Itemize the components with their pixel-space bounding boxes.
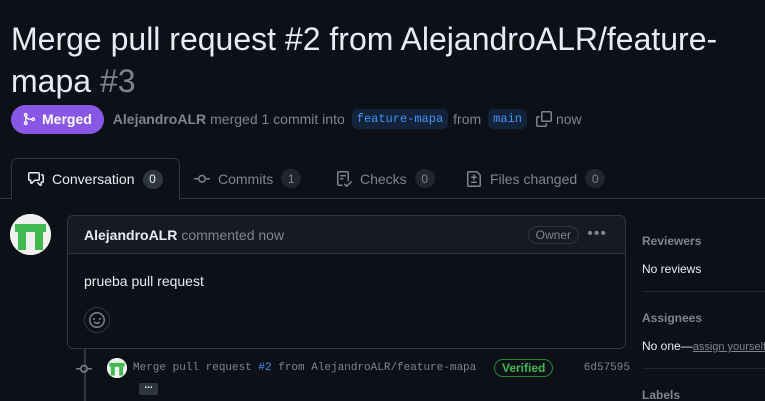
avatar[interactable] <box>10 214 51 255</box>
owner-badge: Owner <box>527 226 579 244</box>
comment-header: AlejandroALR commented now Owner ••• <box>68 216 625 254</box>
kebab-menu-icon[interactable]: ••• <box>587 225 607 243</box>
git-merge-icon <box>23 112 36 126</box>
pr-number: #3 <box>99 63 136 99</box>
expand-commit-button[interactable]: ... <box>139 381 158 395</box>
tab-checks[interactable]: Checks 0 <box>328 158 443 199</box>
comment-body: prueba pull request <box>84 273 204 289</box>
tab-commits-count: 1 <box>281 169 302 188</box>
comment-time[interactable]: commented now <box>181 227 284 243</box>
pr-time: now <box>555 111 582 127</box>
labels-label[interactable]: Labels <box>642 388 765 401</box>
sidebar-labels: Labels <box>642 388 765 401</box>
tab-conversation-count: 0 <box>142 169 163 189</box>
file-diff-icon <box>467 170 481 187</box>
git-commit-icon <box>76 364 92 373</box>
smiley-icon <box>89 312 105 328</box>
sidebar-reviewers: Reviewers No reviews <box>642 234 765 276</box>
assignees-value: No one—assign yourself <box>642 339 765 353</box>
add-reaction-button[interactable] <box>84 307 110 333</box>
sidebar-divider <box>642 291 765 292</box>
pr-author-link[interactable]: AlejandroALR <box>113 111 206 127</box>
commit-sha-link[interactable]: 6d57595 <box>584 362 630 374</box>
tab-files-changed[interactable]: Files changed 0 <box>458 158 613 199</box>
copy-icon[interactable] <box>535 111 552 127</box>
verified-badge[interactable]: Verified <box>494 359 554 377</box>
pr-meta: Merged AlejandroALR merged 1 commit into… <box>11 104 582 134</box>
assignees-none: No one— <box>642 339 693 353</box>
from-text: from <box>453 111 482 127</box>
commit-message[interactable]: Merge pull request #2 from AlejandroALR/… <box>133 362 476 374</box>
sidebar-assignees: Assignees No one—assign yourself <box>642 311 765 353</box>
commit-row: Merge pull request #2 from AlejandroALR/… <box>75 357 630 381</box>
assign-yourself-link[interactable]: assign yourself <box>693 341 765 353</box>
commit-message-prefix: Merge pull request <box>133 362 259 374</box>
sidebar-divider <box>642 368 765 369</box>
assignees-label[interactable]: Assignees <box>642 311 765 325</box>
pr-tabs: Conversation 0 Commits 1 Checks 0 Files … <box>0 158 765 200</box>
tab-commits[interactable]: Commits 1 <box>186 158 309 199</box>
tab-conversation-label: Conversation <box>52 171 135 187</box>
head-branch-link[interactable]: main <box>488 109 527 129</box>
pr-action-text: merged 1 commit into <box>210 111 345 127</box>
commit-author-avatar[interactable] <box>107 358 127 378</box>
comment-box: AlejandroALR commented now Owner ••• pru… <box>67 215 626 349</box>
git-commit-icon <box>194 174 210 183</box>
tab-commits-label: Commits <box>218 170 274 187</box>
base-branch-link[interactable]: feature-mapa <box>351 109 449 129</box>
tab-checks-count: 0 <box>414 169 435 188</box>
tab-files-changed-label: Files changed <box>490 170 578 187</box>
checklist-icon <box>337 170 352 187</box>
commit-message-suffix: from AlejandroALR/feature-mapa <box>271 362 477 374</box>
comment-discussion-icon <box>28 172 44 186</box>
reviewers-value: No reviews <box>642 262 702 276</box>
pr-title: Merge pull request #2 from AlejandroALR/… <box>11 18 761 102</box>
tab-files-changed-count: 0 <box>585 169 606 188</box>
commit-pr-link[interactable]: #2 <box>258 362 271 374</box>
merged-badge: Merged <box>11 104 104 134</box>
merged-badge-label: Merged <box>42 111 92 127</box>
reviewers-label[interactable]: Reviewers <box>642 234 765 248</box>
tab-conversation[interactable]: Conversation 0 <box>11 158 180 200</box>
comment-author-link[interactable]: AlejandroALR <box>84 227 177 243</box>
tab-checks-label: Checks <box>360 170 407 187</box>
